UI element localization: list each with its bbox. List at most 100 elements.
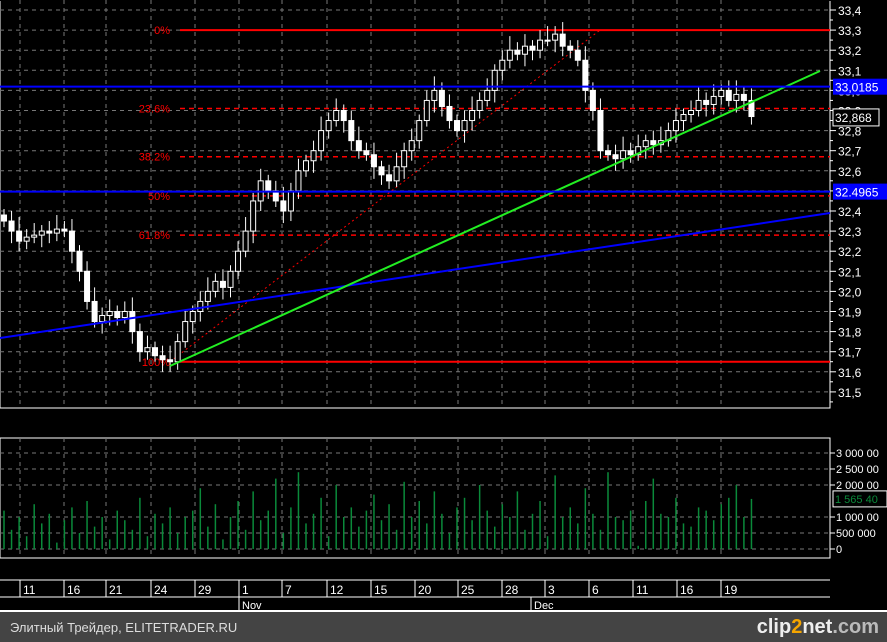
candle-body xyxy=(740,93,747,101)
price-tick-label: 31,8 xyxy=(838,326,862,340)
candle-body xyxy=(416,120,423,142)
candle-body xyxy=(401,150,408,168)
candle-body xyxy=(469,110,476,122)
candle-body xyxy=(506,49,513,61)
candle-body xyxy=(378,166,385,176)
price-volume-chart: 33,433,333,233,133,032,932,832,732,632,5… xyxy=(0,0,887,612)
date-tick-label: 11 xyxy=(636,583,649,597)
candle-body xyxy=(295,170,302,192)
date-tick-label: 16 xyxy=(680,583,694,597)
price-tick-label: 32,7 xyxy=(838,145,862,159)
candle-body xyxy=(68,230,75,252)
candle-body xyxy=(280,200,287,212)
date-tick-label: 19 xyxy=(724,583,738,597)
candle-body xyxy=(703,99,710,105)
candle-body xyxy=(363,150,370,156)
candle-body xyxy=(355,140,362,152)
candle-body xyxy=(53,228,60,234)
candle-body xyxy=(627,150,634,156)
candle-body xyxy=(16,230,23,242)
candle-body xyxy=(227,270,234,288)
date-tick-label: 3 xyxy=(548,583,555,597)
footer: Элитный Трейдер, ELITETRADER.RU clip2net… xyxy=(0,612,887,642)
candle-body xyxy=(348,120,355,142)
price-tick-label: 33,3 xyxy=(838,24,862,38)
candle-body xyxy=(612,154,619,160)
fib-level-label: 50% xyxy=(148,191,170,203)
candle-body xyxy=(38,230,45,236)
price-tick-label: 31,9 xyxy=(838,306,862,320)
candle-body xyxy=(318,130,325,152)
price-tick-label: 32,0 xyxy=(838,285,862,299)
candle-body xyxy=(23,236,30,242)
level-label: 33,0185 xyxy=(835,81,879,95)
current-price-label: 32,868 xyxy=(835,111,872,125)
chart-window: 33,433,333,233,133,032,932,832,732,632,5… xyxy=(0,0,887,642)
top-edge xyxy=(0,0,887,1)
candle-body xyxy=(574,49,581,61)
fib-level-label: 61.8% xyxy=(139,230,170,242)
level-label: 32.4965 xyxy=(835,186,879,200)
candle-body xyxy=(129,311,136,333)
candle-body xyxy=(136,331,143,353)
candle-body xyxy=(537,39,544,51)
candle-body xyxy=(461,120,468,132)
candle-body xyxy=(204,290,211,302)
candle-body xyxy=(589,89,596,112)
candle-body xyxy=(91,300,98,323)
fib-level-label: 38.2% xyxy=(139,152,170,164)
volume-tick-label: 500 000 xyxy=(836,528,876,540)
candle-body xyxy=(650,140,657,146)
candle-body xyxy=(325,120,332,132)
candle-body xyxy=(370,154,377,168)
candle-body xyxy=(182,321,189,343)
source-caption: Элитный Трейдер, ELITETRADER.RU xyxy=(10,620,238,635)
fib-level-label: 23.6% xyxy=(139,103,170,115)
candle-body xyxy=(499,59,506,71)
clip2net-logo: clip2net.com xyxy=(756,616,879,638)
date-tick-label: 29 xyxy=(198,583,212,597)
candle-body xyxy=(84,270,91,302)
candle-body xyxy=(46,230,53,234)
price-tick-label: 31,7 xyxy=(838,346,862,360)
price-tick-label: 32,3 xyxy=(838,225,862,239)
price-tick-label: 32,4 xyxy=(838,205,862,219)
candle-body xyxy=(514,49,521,55)
candle-body xyxy=(1,214,7,222)
candle-body xyxy=(605,150,611,156)
candle-body xyxy=(393,166,400,182)
candle-body xyxy=(212,280,219,292)
volume-tick-label: 2 500 00 xyxy=(836,464,879,476)
candle-body xyxy=(159,355,166,361)
price-tick-label: 33,2 xyxy=(838,44,862,58)
candle-body xyxy=(189,311,196,323)
price-tick-label: 33,1 xyxy=(838,64,862,78)
candle-body xyxy=(680,114,687,122)
candle-body xyxy=(620,150,627,160)
candle-body xyxy=(408,140,415,152)
price-tick-label: 32,8 xyxy=(838,125,862,139)
date-tick-label: 28 xyxy=(505,583,519,597)
candle-body xyxy=(242,230,249,252)
candle-body xyxy=(386,174,393,182)
candle-body xyxy=(438,89,445,107)
candle-body xyxy=(333,110,340,122)
date-tick-label: 20 xyxy=(418,583,432,597)
candle-body xyxy=(76,250,83,272)
candle-body xyxy=(310,150,317,162)
fib-level-label: 100% xyxy=(142,357,170,369)
candle-body xyxy=(61,228,68,232)
candle-body xyxy=(672,120,679,132)
candle-body xyxy=(446,105,453,122)
candle-body xyxy=(559,33,566,47)
candle-body xyxy=(174,341,181,363)
candle-body xyxy=(265,180,272,192)
candle-body xyxy=(114,311,121,319)
date-tick-label: 11 xyxy=(23,583,36,597)
candle-body xyxy=(521,45,528,55)
price-tick-label: 33,4 xyxy=(838,4,862,18)
candle-body xyxy=(710,95,717,105)
candle-body xyxy=(197,300,204,313)
date-tick-label: 12 xyxy=(330,583,344,597)
candle-body xyxy=(484,89,491,101)
